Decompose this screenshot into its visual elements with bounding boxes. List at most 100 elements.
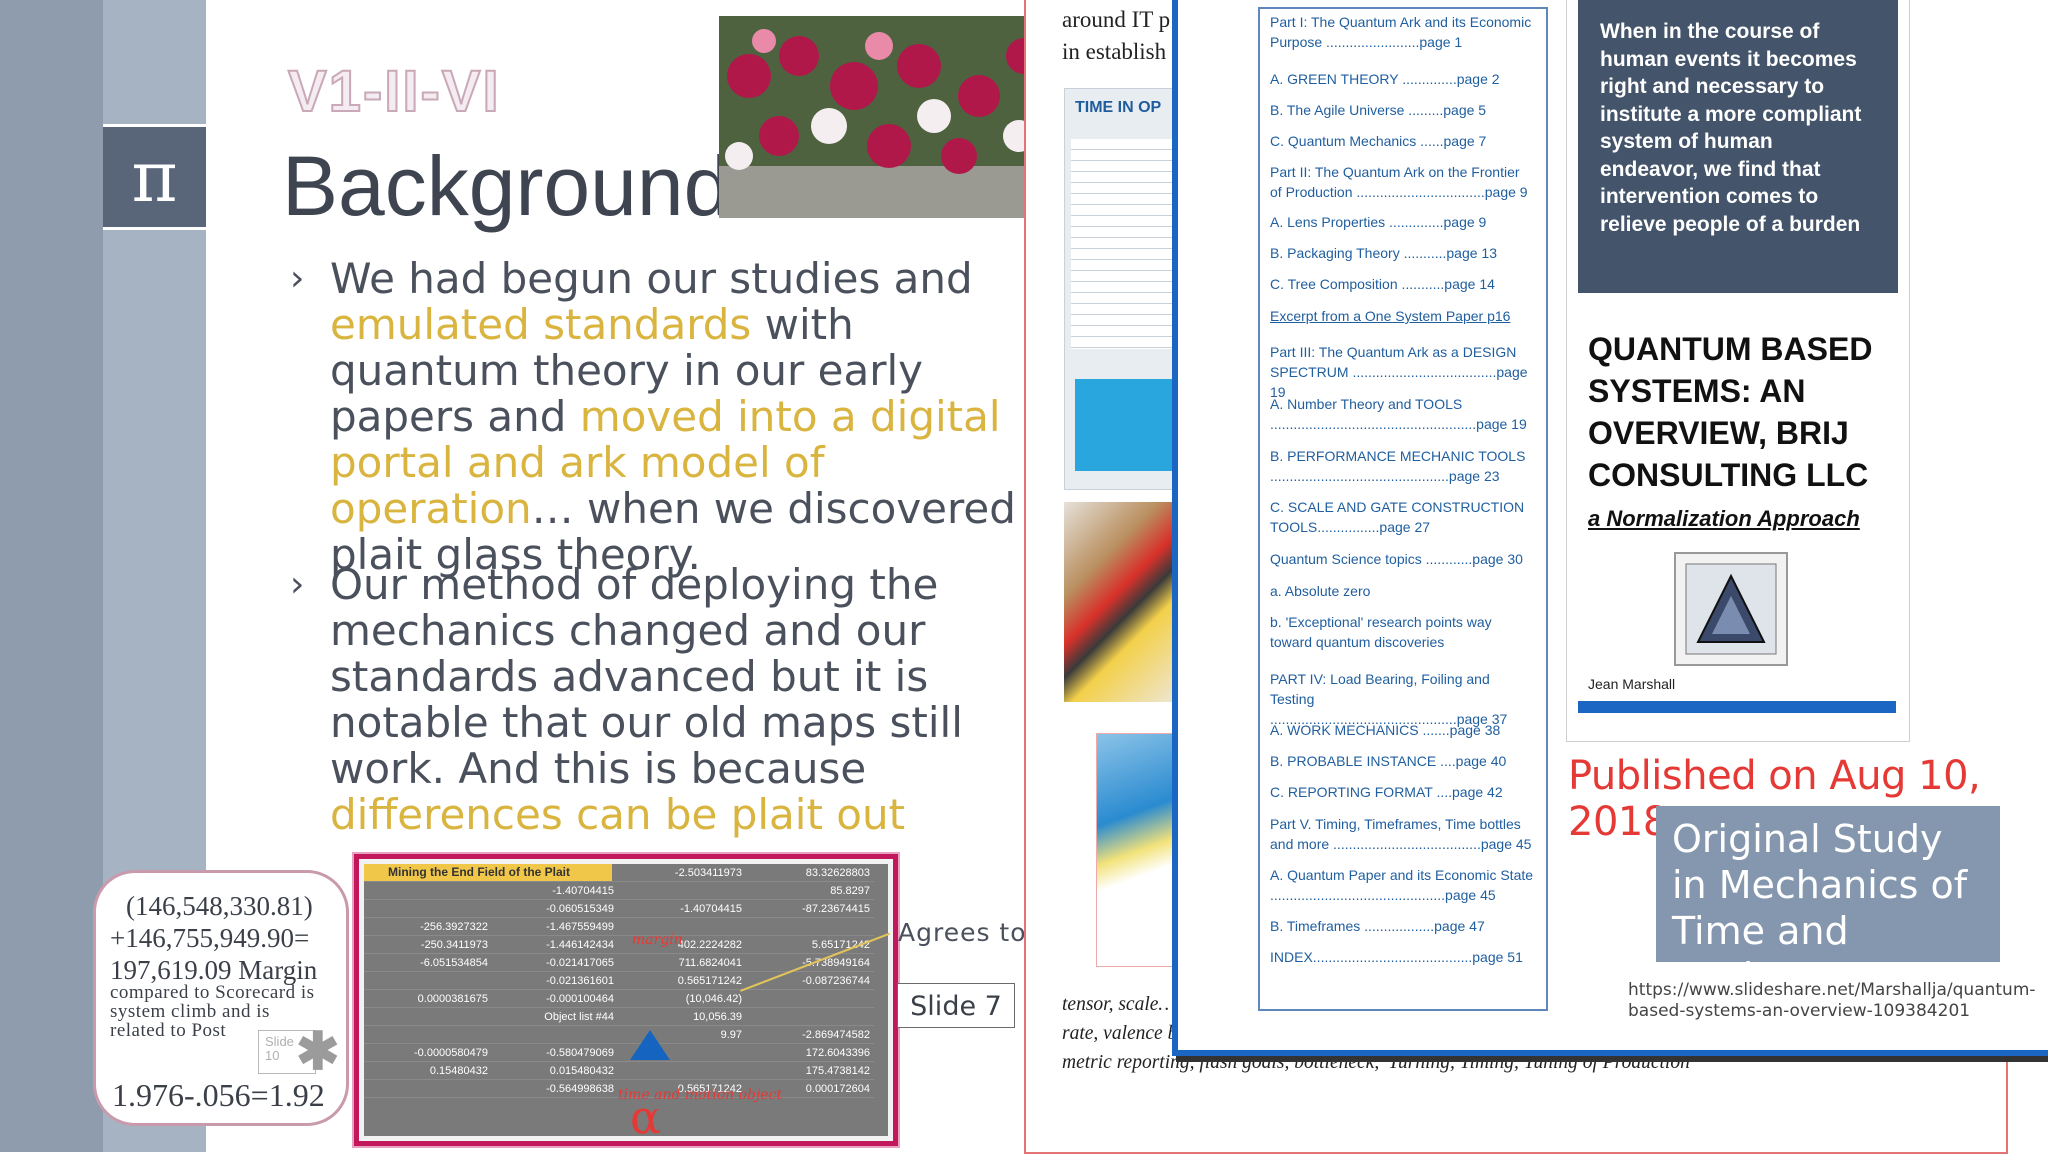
table-cell: -1.40704415	[492, 881, 618, 900]
table-cell: -256.3927322	[364, 917, 492, 936]
toc-entry[interactable]: b. 'Exceptional' research points way tow…	[1270, 612, 1534, 652]
toc-entry[interactable]: C. SCALE AND GATE CONSTRUCTION TOOLS....…	[1270, 497, 1534, 537]
table-row: -0.0000580479 -0.580479069 172.6043396	[364, 1043, 874, 1062]
toc-entry[interactable]: B. The Agile Universe .........page 5	[1270, 100, 1534, 120]
toc-entry[interactable]: A. WORK MECHANICS .......page 38	[1270, 720, 1534, 740]
table-cell	[364, 899, 492, 918]
table-cell: 5.65171242	[746, 935, 874, 954]
margin-annotation: margin	[632, 932, 683, 948]
table-cell: -1.446142434	[492, 935, 618, 954]
table-cell	[746, 1007, 874, 1026]
table-cell: -0.021361601	[492, 971, 618, 990]
study-label: Original Study in Mechanics of Time and …	[1656, 806, 2000, 999]
toc-entry[interactable]: A. GREEN THEORY ..............page 2	[1270, 69, 1534, 89]
spreadsheet-table: -2.503411973 83.32628803 -1.40704415 85.829…	[364, 864, 874, 1098]
toc-entry[interactable]: Part II: The Quantum Ark on the Frontier…	[1270, 162, 1534, 202]
toc-entry[interactable]: a. Absolute zero	[1270, 581, 1534, 601]
table-row: 0.15480432 0.015480432 175.4738142	[364, 1061, 874, 1080]
table-cell: -0.021417065	[492, 953, 618, 972]
toc-entry[interactable]: C. Tree Composition ...........page 14	[1270, 274, 1534, 294]
toc-entry[interactable]: B. Packaging Theory ...........page 13	[1270, 243, 1534, 263]
table-cell: -87.23674415	[746, 899, 874, 918]
book-author: Jean Marshall	[1588, 676, 1676, 692]
table-cell	[364, 1007, 492, 1026]
toc-entry[interactable]: Part I: The Quantum Ark and its Economic…	[1270, 12, 1534, 52]
margin-callout: (146,548,330.81) +146,755,949.90= 197,61…	[93, 870, 349, 1126]
document-top-text: around IT p in establish	[1062, 4, 1170, 68]
toc-entry[interactable]: C. REPORTING FORMAT ....page 42	[1270, 782, 1534, 802]
table-row: -250.3411973 -1.446142434 402.2224282 5.651…	[364, 935, 874, 954]
table-row: -0.021361601 0.565171242 -0.087236744	[364, 971, 874, 990]
table-cell: -0.060515349	[492, 899, 618, 918]
table-cell: 0.015480432	[492, 1061, 618, 1080]
toc-entry[interactable]: Quantum Science topics ............page …	[1270, 549, 1534, 569]
time-table-thumbnail: TIME IN OP	[1064, 88, 1186, 490]
thumbnail-header: TIME IN OP	[1075, 99, 1162, 116]
toc-entry[interactable]: B. PERFORMANCE MECHANIC TOOLS ..........…	[1270, 446, 1534, 486]
flowers-photo	[719, 16, 1051, 218]
toc-entry[interactable]: A. Quantum Paper and its Economic State …	[1270, 865, 1534, 905]
document-line-2: in establish	[1062, 39, 1167, 64]
table-cell: 175.4738142	[746, 1061, 874, 1080]
table-cell: -0.0000580479	[364, 1043, 492, 1062]
toc-entry[interactable]: Excerpt from a One System Paper p16	[1270, 306, 1534, 326]
toc-entry[interactable]: INDEX...................................…	[1270, 947, 1534, 967]
bullet-marker: ›	[290, 258, 305, 299]
table-cell: -250.3411973	[364, 935, 492, 954]
toc-entry[interactable]: A. Lens Properties ..............page 9	[1270, 212, 1534, 232]
book-accent-bar	[1578, 701, 1896, 713]
company-logo-icon	[1674, 552, 1788, 666]
toc-entry[interactable]: A. Number Theory and TOOLS .............…	[1270, 394, 1534, 434]
callout-calculation: 1.976-.056=1.92	[112, 1077, 325, 1113]
toc-entry[interactable]: Part V. Timing, Timeframes, Time bottles…	[1270, 814, 1534, 854]
callout-line-1: (146,548,330.81)	[126, 891, 313, 921]
bullet-2-text: Our method of deploying the mechanics ch…	[330, 560, 963, 793]
table-cell: 0.565171242	[618, 971, 746, 990]
table-cell	[618, 1061, 746, 1080]
side-bar-dark	[0, 0, 103, 1152]
bullet-marker: ›	[290, 564, 305, 605]
table-cell	[618, 881, 746, 900]
toc-entry[interactable]: B. Timeframes ..................page 47	[1270, 916, 1534, 936]
slide-7-ref: Slide 7	[897, 983, 1015, 1028]
slide-logo: V1-II-VI	[287, 58, 501, 125]
callout-line-2: +146,755,949.90=	[110, 923, 310, 953]
table-cell: -0.580479069	[492, 1043, 618, 1062]
table-cell: (10,046.42)	[618, 989, 746, 1008]
book-subtitle: a Normalization Approach	[1588, 506, 1860, 531]
table-cell: Object list #44	[492, 1007, 618, 1026]
pi-badge: π	[103, 124, 206, 230]
toc-entry[interactable]: Part III: The Quantum Ark as a DESIGN SP…	[1270, 342, 1534, 402]
table-cell	[364, 1079, 492, 1098]
table-row: -0.060515349 -1.40704415 -87.23674415	[364, 899, 874, 918]
table-cell	[364, 881, 492, 900]
thumbnail-blue-block	[1075, 379, 1179, 471]
bullet-2-highlight: differences can be plait out	[330, 790, 906, 839]
table-cell: -2.503411973	[618, 864, 746, 882]
spreadsheet-image: -2.503411973 83.32628803 -1.40704415 85.829…	[354, 854, 898, 1146]
slide-title: Background	[282, 139, 731, 233]
bullet-1-text-a: We had begun our studies and	[330, 254, 973, 303]
table-cell: 83.32628803	[746, 864, 874, 882]
table-cell: 0.15480432	[364, 1061, 492, 1080]
table-cell	[746, 917, 874, 936]
toc-entry[interactable]: B. PROBABLE INSTANCE ....page 40	[1270, 751, 1534, 771]
table-cell: -1.40704415	[618, 899, 746, 918]
bullet-1-highlight-a: emulated standards	[330, 300, 752, 349]
table-cell	[364, 1025, 492, 1044]
table-cell: 172.6043396	[746, 1043, 874, 1062]
asterisk-icon: ✱	[296, 1023, 340, 1081]
art-thumbnail	[1064, 502, 1184, 702]
table-cell: 85.8297	[746, 881, 874, 900]
source-url[interactable]: https://www.slideshare.net/Marshallja/qu…	[1628, 980, 2036, 1022]
bullet-1: › We had begun our studies and emulated …	[290, 256, 1030, 578]
alpha-symbol: α	[630, 1090, 662, 1144]
quote-box: When in the course of human events it be…	[1578, 0, 1898, 293]
toc-entry[interactable]: C. Quantum Mechanics ......page 7	[1270, 131, 1534, 151]
table-cell: -1.467559499	[492, 917, 618, 936]
document-line-1: around IT p	[1062, 7, 1171, 32]
table-cell: -0.000100464	[492, 989, 618, 1008]
thumbnail-rows	[1071, 139, 1179, 349]
table-row: -1.40704415 85.8297	[364, 881, 874, 900]
table-cell: 711.6824041	[618, 953, 746, 972]
